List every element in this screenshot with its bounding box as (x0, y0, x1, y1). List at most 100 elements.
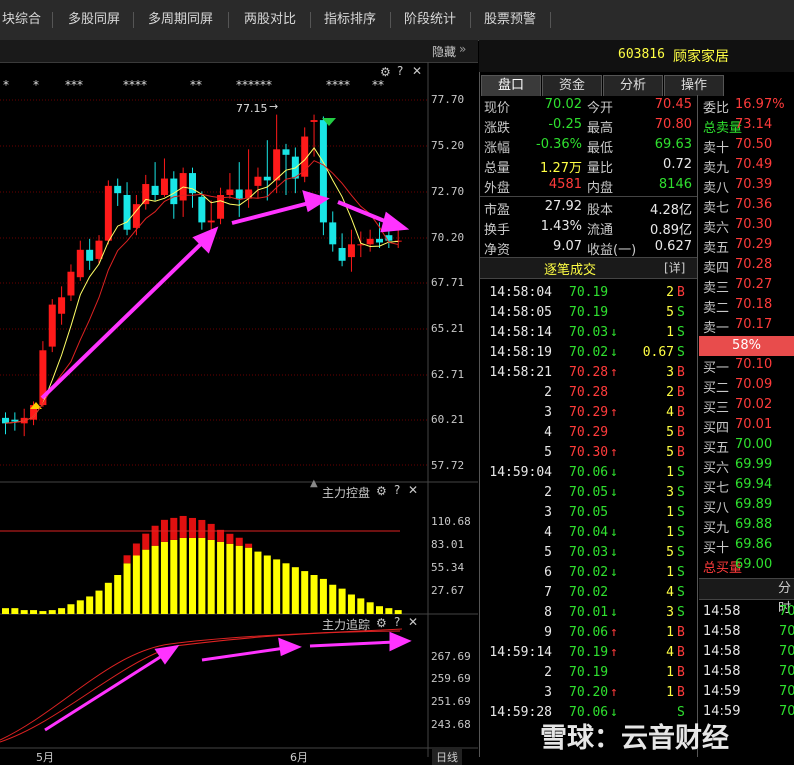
period-tab-daily[interactable]: 日线 (432, 749, 462, 765)
tick-row: 14:58:19 70.02 ↓ 0.67 S (480, 345, 695, 365)
buy-level-row: 买七 69.94 (699, 477, 794, 497)
control-bar (245, 547, 253, 614)
close-icon[interactable]: ✕ (408, 615, 418, 629)
quote-label: 换手 (484, 223, 511, 238)
control-bar (301, 571, 309, 614)
tick-time: 3 (544, 685, 552, 700)
close-icon[interactable]: ✕ (408, 483, 418, 497)
control-bar-red (189, 517, 196, 538)
time-share-price: 70 (779, 664, 794, 679)
price-tick: 75.20 (431, 139, 465, 152)
gear-icon[interactable]: ⚙ (376, 616, 387, 630)
price-tick: 70.20 (431, 231, 465, 244)
price-tick: 72.70 (431, 185, 465, 198)
tick-price: 70.02 (569, 585, 609, 600)
control-bar (142, 549, 150, 614)
tick-time: 14:58:04 (489, 285, 552, 300)
orderbook-price: 73.14 (735, 117, 773, 132)
control-bar (86, 596, 94, 614)
tick-volume: 5 (666, 445, 674, 460)
candle-body (282, 149, 290, 155)
close-icon[interactable]: ✕ (412, 64, 422, 78)
quote-label: 最低 (587, 141, 614, 156)
ma-line-yellow (5, 147, 399, 424)
menu-item-alert[interactable]: 股票预警 (484, 0, 536, 40)
gear-icon[interactable]: ⚙ (376, 484, 387, 498)
menu-item-sector[interactable]: 块综合 (2, 0, 41, 40)
tab-operation[interactable]: 操作 (664, 75, 724, 96)
help-icon[interactable]: ? (394, 615, 400, 629)
tab-analysis[interactable]: 分析 (603, 75, 663, 96)
orderbook-label: 买七 (703, 481, 730, 496)
tick-time: 14:58:19 (489, 345, 552, 360)
tick-volume: 5 (666, 305, 674, 320)
orderbook-price: 70.02 (735, 397, 773, 412)
buy-level-row: 买十 69.86 (699, 537, 794, 557)
hide-button[interactable]: 隐藏 (432, 43, 456, 60)
tab-funds[interactable]: 资金 (542, 75, 602, 96)
tick-arrow-icon: ↑ (610, 365, 618, 380)
sell-level-row: 卖二 70.18 (699, 297, 794, 317)
ticks-detail-link[interactable]: [详] (664, 259, 685, 276)
menu-item-multi-period[interactable]: 多周期同屏 (148, 0, 213, 40)
buy-level-row: 买三 70.02 (699, 397, 794, 417)
candle-body (160, 178, 168, 195)
tick-volume: 5 (666, 545, 674, 560)
tick-price: 70.19 (569, 645, 609, 660)
tracking-tick: 251.69 (431, 695, 471, 708)
double-chevron-icon[interactable]: » (459, 42, 466, 56)
tick-volume: 4 (666, 645, 674, 660)
tick-side: S (677, 525, 685, 540)
help-icon[interactable]: ? (394, 483, 400, 497)
tick-volume: 1 (666, 685, 674, 700)
menu-item-multi-stock[interactable]: 多股同屏 (68, 0, 120, 40)
tick-row: 5 70.03 ↓ 5 S (480, 545, 695, 565)
tick-side: S (677, 345, 685, 360)
quote-value: 1.27万 (540, 161, 582, 176)
quote-value: 4581 (548, 177, 582, 192)
tick-row: 8 70.01 ↓ 3 S (480, 605, 695, 625)
tick-price: 70.02 (569, 565, 609, 580)
high-price-label: 77.15 (236, 102, 268, 115)
orderbook-price: 70.00 (735, 437, 773, 452)
candle-body (86, 249, 94, 261)
tick-side: B (677, 625, 685, 640)
time-share-price: 70 (779, 604, 794, 619)
quote-label: 流通 (587, 223, 614, 238)
tick-volume: 4 (666, 585, 674, 600)
menu-item-compare[interactable]: 两股对比 (244, 0, 296, 40)
star-marker: * (3, 78, 9, 92)
candle-body (104, 185, 112, 241)
control-bar (338, 588, 346, 614)
tick-side: S (677, 585, 685, 600)
tab-handicap[interactable]: 盘口 (481, 75, 541, 96)
tick-row: 5 70.30 ↑ 5 B (480, 445, 695, 465)
orderbook-label: 买五 (703, 441, 730, 456)
control-bar-red (132, 543, 140, 556)
control-bar (76, 600, 84, 614)
tick-time: 2 (544, 485, 552, 500)
control-bar-red (151, 525, 159, 546)
tick-volume: 4 (666, 405, 674, 420)
tick-price: 70.19 (569, 305, 609, 320)
buy-sell-ratio-bar: 58% (699, 336, 794, 356)
total-sell-row: 总卖量 73.14 (699, 117, 794, 137)
gear-icon[interactable]: ⚙ (380, 65, 391, 79)
candle-body (198, 196, 206, 223)
control-bar (58, 608, 66, 614)
control-bar (385, 608, 393, 614)
tick-side: B (677, 285, 685, 300)
orderbook-label: 卖一 (703, 321, 730, 336)
orderbook-price: 70.36 (735, 197, 773, 212)
candle-body (207, 220, 215, 223)
menu-item-stage-stats[interactable]: 阶段统计 (404, 0, 456, 40)
divider (480, 196, 697, 197)
time-share-row: 14:58 70 (699, 624, 794, 644)
tick-row: 6 70.02 ↓ 1 S (480, 565, 695, 585)
trend-arrows-tracking (44, 631, 412, 732)
price-tick: 65.21 (431, 322, 465, 335)
menu-item-indicator-sort[interactable]: 指标排序 (324, 0, 376, 40)
tick-volume: 1 (666, 565, 674, 580)
help-icon[interactable]: ? (397, 64, 403, 78)
control-tick: 55.34 (431, 561, 465, 574)
